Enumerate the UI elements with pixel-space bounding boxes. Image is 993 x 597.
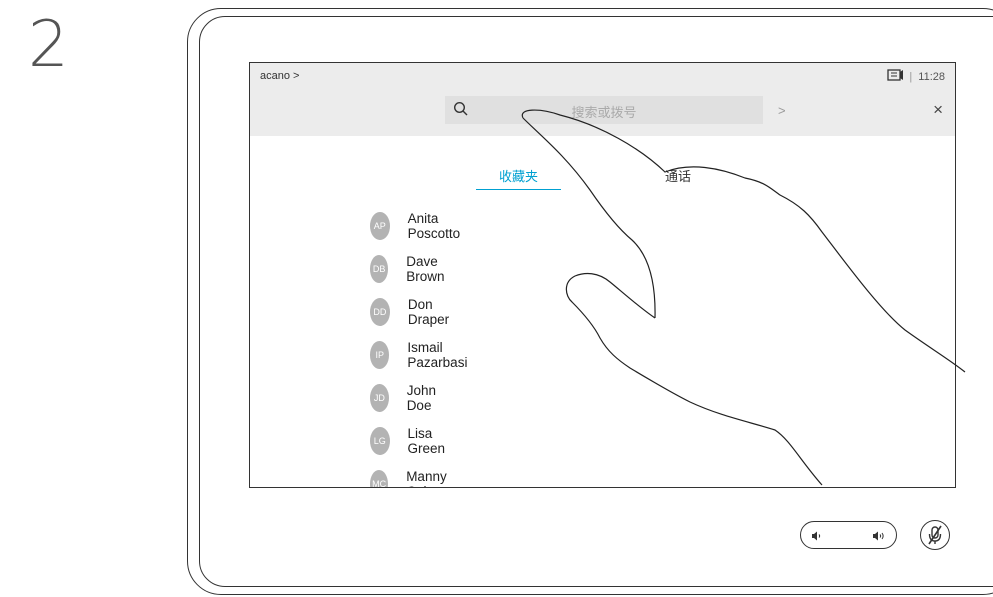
touch-screen: acano > | 11:28 搜索或拨号 > × 收藏夹 通话 AP Anit… [249, 62, 956, 488]
contact-name: Lisa Green [407, 426, 446, 456]
breadcrumb[interactable]: acano > [260, 70, 299, 82]
status-separator: | [909, 70, 913, 83]
presentation-icon[interactable] [887, 69, 904, 84]
list-item[interactable]: DB Dave Brown [370, 254, 454, 284]
list-item[interactable]: MC Manny Calavera [370, 469, 470, 487]
top-bar: acano > | 11:28 搜索或拨号 > × [250, 63, 955, 136]
list-item[interactable]: AP Anita Poscotto [370, 211, 469, 241]
avatar: JD [370, 384, 389, 412]
tab-favorites[interactable]: 收藏夹 [476, 166, 561, 190]
list-item[interactable]: JD John Doe [370, 383, 445, 413]
volume-control[interactable] [800, 521, 897, 549]
tab-recent[interactable]: 通话 [665, 166, 691, 185]
avatar: DB [370, 255, 389, 283]
contact-name: John Doe [406, 383, 436, 413]
microphone-mute-icon[interactable] [920, 520, 950, 550]
avatar: LG [370, 427, 390, 455]
step-number: 2 [28, 8, 69, 82]
list-item[interactable]: LG Lisa Green [370, 426, 454, 456]
status-area: | 11:28 [887, 69, 945, 84]
search-placeholder: 搜索或拨号 [571, 105, 637, 120]
contact-name: Manny Calavera [406, 469, 460, 487]
search-input[interactable]: 搜索或拨号 [445, 96, 763, 124]
volume-down-icon[interactable] [811, 529, 823, 547]
close-icon[interactable]: × [933, 101, 943, 118]
contact-name: Dave Brown [406, 254, 445, 284]
tab-bar: 收藏夹 通话 [250, 166, 955, 190]
contact-name: Don Draper [407, 297, 450, 327]
avatar: IP [370, 341, 390, 369]
list-item[interactable]: IP Ismail Pazarbasi [370, 340, 476, 370]
avatar: DD [370, 298, 390, 326]
avatar: AP [370, 212, 390, 240]
contact-name: Anita Poscotto [407, 211, 461, 241]
contact-name: Ismail Pazarbasi [407, 340, 468, 370]
list-item[interactable]: DD Don Draper [370, 297, 457, 327]
volume-up-icon[interactable] [872, 529, 886, 547]
forward-chevron-icon[interactable]: > [778, 103, 786, 118]
clock: 11:28 [918, 70, 945, 83]
avatar: MC [370, 470, 389, 487]
